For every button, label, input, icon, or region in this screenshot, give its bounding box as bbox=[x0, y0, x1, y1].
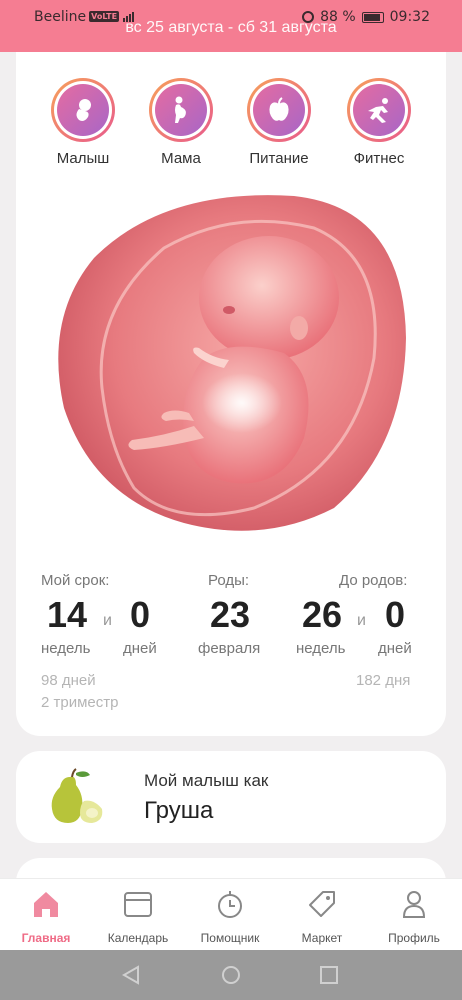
remaining-days-unit: дней bbox=[378, 640, 412, 657]
category-fitness[interactable]: Фитнес bbox=[329, 78, 429, 167]
term-days-unit: дней bbox=[123, 640, 157, 657]
timer-icon bbox=[218, 891, 242, 918]
term-days: 0 bbox=[130, 594, 151, 635]
apple-icon bbox=[253, 84, 305, 136]
due-day: 23 bbox=[210, 594, 251, 635]
tab-label: Календарь bbox=[107, 931, 169, 945]
embryo-illustration[interactable] bbox=[54, 188, 410, 544]
remaining-conj: и bbox=[357, 612, 366, 629]
tag-icon bbox=[309, 891, 335, 917]
category-label: Питание bbox=[249, 150, 309, 167]
baby-size-fruit: Груша bbox=[144, 797, 214, 824]
fitness-icon bbox=[353, 84, 405, 136]
pear-icon bbox=[51, 768, 103, 823]
due-month: февраля bbox=[198, 640, 261, 657]
tab-home[interactable]: Главная bbox=[0, 889, 92, 945]
category-label: Фитнес bbox=[353, 150, 405, 167]
profile-icon bbox=[402, 891, 426, 918]
category-row: Малыш Мама Питание Фитнес bbox=[16, 78, 446, 198]
tab-label: Помощник bbox=[200, 931, 260, 945]
category-label: Малыш bbox=[56, 150, 110, 167]
remaining-total-days: 182 дня bbox=[356, 672, 411, 689]
baby-size-label: Мой малыш как bbox=[144, 771, 269, 790]
category-mother[interactable]: Мама bbox=[131, 78, 231, 167]
back-icon[interactable] bbox=[121, 965, 141, 985]
week-range[interactable]: вс 25 августа - сб 31 августа bbox=[0, 19, 462, 37]
calendar-icon bbox=[124, 892, 152, 917]
term-weeks-unit: недель bbox=[41, 640, 91, 657]
remaining-weeks-unit: недель bbox=[296, 640, 346, 657]
baby-size-card[interactable]: Мой малыш как Груша bbox=[16, 751, 446, 843]
tab-calendar[interactable]: Календарь bbox=[92, 889, 184, 945]
system-nav-bar bbox=[0, 950, 462, 1000]
status-bar: Beeline VoLTE 88 % 09:32 вс 25 августа - … bbox=[0, 0, 462, 52]
pregnant-mother-icon bbox=[155, 84, 207, 136]
tab-label: Маркет bbox=[301, 931, 343, 945]
tab-market[interactable]: Маркет bbox=[276, 889, 368, 945]
category-label: Мама bbox=[161, 150, 201, 167]
category-nutrition[interactable]: Питание bbox=[229, 78, 329, 167]
home-button-icon[interactable] bbox=[221, 965, 241, 985]
tab-label: Главная bbox=[21, 931, 71, 945]
tab-assistant[interactable]: Помощник bbox=[184, 889, 276, 945]
term-label: Мой срок: bbox=[41, 572, 110, 589]
recents-icon[interactable] bbox=[319, 965, 339, 985]
tab-profile[interactable]: Профиль bbox=[368, 889, 460, 945]
term-weeks: 14 bbox=[47, 594, 88, 635]
trimester: 2 триместр bbox=[41, 694, 119, 711]
pregnancy-card: Малыш Мама Питание Фитнес Мой срок: 14 и… bbox=[16, 52, 446, 736]
term-conj: и bbox=[103, 612, 112, 629]
term-total-days: 98 дней bbox=[41, 672, 96, 689]
remaining-weeks: 26 bbox=[302, 594, 343, 635]
baby-icon bbox=[57, 84, 109, 136]
tab-label: Профиль bbox=[388, 931, 440, 945]
due-label: Роды: bbox=[208, 572, 250, 589]
home-icon bbox=[34, 892, 58, 917]
category-baby[interactable]: Малыш bbox=[33, 78, 133, 167]
remaining-days: 0 bbox=[385, 594, 406, 635]
remaining-label: До родов: bbox=[339, 572, 408, 589]
bottom-tab-bar: Главная Календарь Помощник Маркет Профил… bbox=[0, 878, 462, 951]
